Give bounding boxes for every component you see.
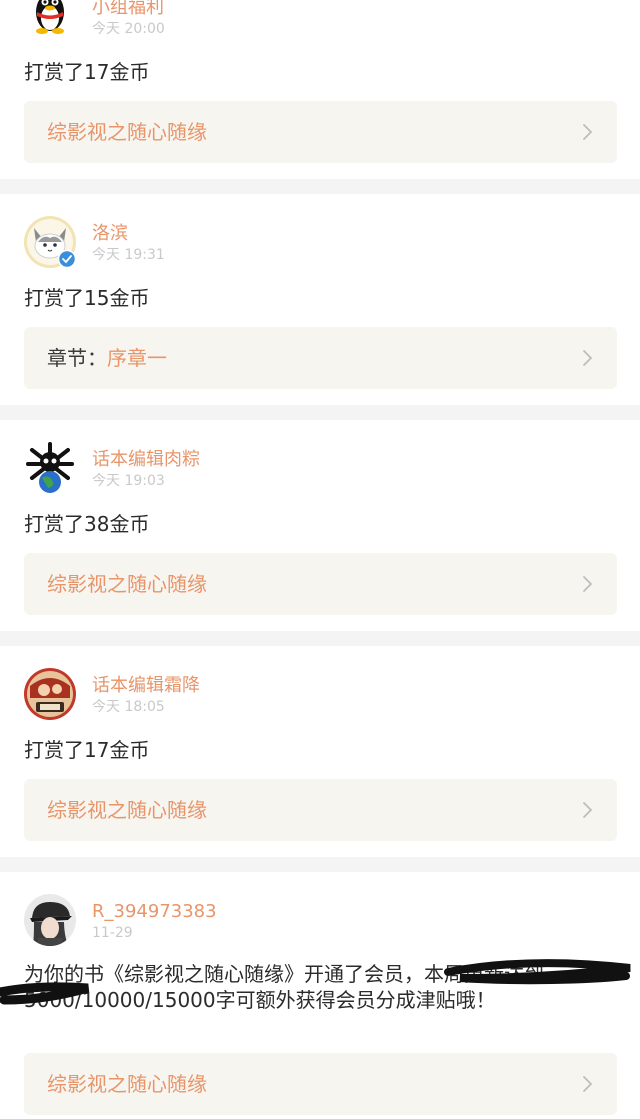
reward-message: 打赏了15金币: [24, 286, 150, 310]
illustrated-avatar-icon[interactable]: [24, 668, 76, 720]
membership-message: 为你的书《综影视之随心随缘》开通了会员，本周更新达到5000/10000/150…: [24, 962, 544, 1012]
reward-message: 打赏了17金币: [24, 738, 150, 762]
chevron-right-icon: [583, 1076, 592, 1092]
username[interactable]: 话本编辑霜降: [92, 675, 200, 697]
feed-item: 小组福利 今天 20:00 打赏了17金币 综影视之随心随缘: [0, 0, 640, 179]
username[interactable]: 小组福利: [92, 0, 164, 19]
chapter-title: 序章一: [107, 346, 167, 370]
username[interactable]: 洛滨: [92, 223, 128, 245]
link-prefix: 章节：: [47, 346, 107, 370]
username[interactable]: 话本编辑肉粽: [92, 449, 200, 471]
qq-penguin-avatar-icon[interactable]: [24, 0, 76, 40]
book-title: 综影视之随心随缘: [47, 120, 207, 144]
reward-message: 打赏了17金币: [24, 60, 150, 84]
chapter-link[interactable]: 章节：序章一: [24, 327, 617, 389]
book-title: 综影视之随心随缘: [47, 1072, 207, 1096]
chevron-right-icon: [583, 576, 592, 592]
book-link[interactable]: 综影视之随心随缘: [24, 779, 617, 841]
verified-badge-icon: [58, 250, 76, 268]
timestamp: 今天 20:00: [92, 21, 165, 37]
timestamp: 今天 18:05: [92, 699, 165, 715]
book-link[interactable]: 综影视之随心随缘: [24, 553, 617, 615]
username[interactable]: R_394973383: [92, 901, 217, 923]
chevron-right-icon: [583, 350, 592, 366]
feed-item: 话本编辑霜降 今天 18:05 打赏了17金币 综影视之随心随缘: [0, 646, 640, 857]
chevron-right-icon: [583, 124, 592, 140]
girl-cap-avatar-icon[interactable]: [24, 894, 76, 946]
cat-avatar-icon[interactable]: [24, 216, 76, 268]
book-title: 综影视之随心随缘: [47, 798, 207, 822]
timestamp: 11-29: [92, 925, 133, 941]
timestamp: 今天 19:03: [92, 473, 165, 489]
skull-globe-avatar-icon[interactable]: [24, 442, 76, 494]
book-link[interactable]: 综影视之随心随缘: [24, 101, 617, 163]
feed-item: 洛滨 今天 19:31 打赏了15金币 章节：序章一: [0, 194, 640, 405]
book-title: 综影视之随心随缘: [47, 572, 207, 596]
book-link[interactable]: 综影视之随心随缘: [24, 1053, 617, 1115]
feed-item: R_394973383 11-29 为你的书《综影视之随心随缘》开通了会员，本周…: [0, 872, 640, 1119]
feed-item: 话本编辑肉粽 今天 19:03 打赏了38金币 综影视之随心随缘: [0, 420, 640, 631]
reward-message: 打赏了38金币: [24, 512, 150, 536]
chevron-right-icon: [583, 802, 592, 818]
timestamp: 今天 19:31: [92, 247, 165, 263]
